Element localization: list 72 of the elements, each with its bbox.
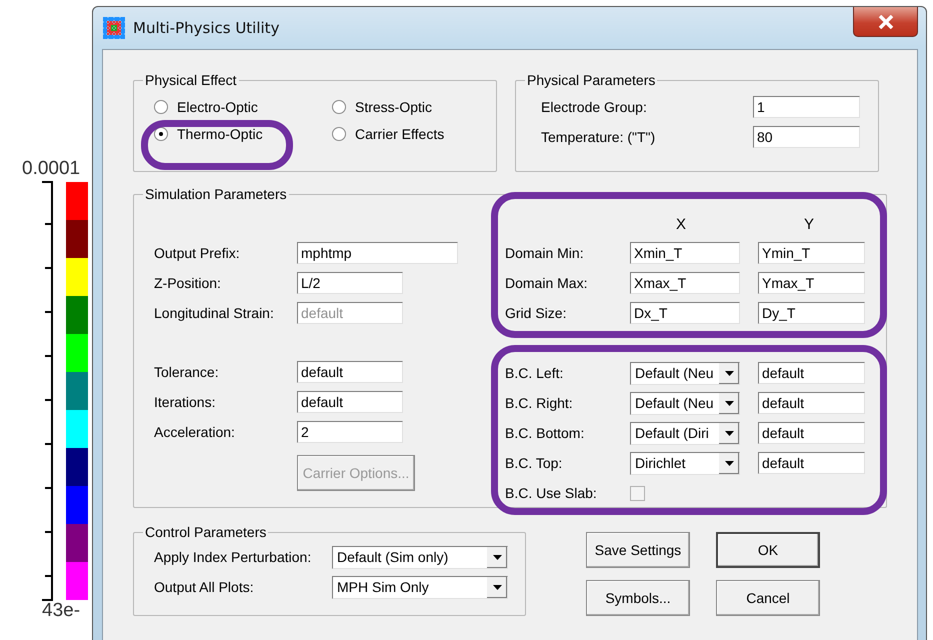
field-label: Output Prefix: [154, 245, 241, 261]
dropdown[interactable]: Default (Neu [630, 362, 740, 384]
group-title: Simulation Parameters [144, 186, 288, 202]
field-label: Output All Plots: [154, 579, 255, 595]
column-header: X [675, 216, 688, 232]
dialog-button[interactable]: Cancel [716, 580, 820, 616]
field-label: B.C. Bottom: [505, 425, 586, 441]
group-title: Physical Parameters [526, 72, 656, 88]
input-field[interactable]: Xmax_T [630, 272, 740, 294]
close-button[interactable] [853, 7, 918, 37]
caret-icon [492, 554, 502, 560]
input-field[interactable]: 1 [753, 96, 860, 118]
dropdown[interactable]: Default (Diri [630, 422, 740, 444]
field-label: Iterations: [154, 394, 216, 410]
dialog-button[interactable]: Save Settings [586, 532, 690, 568]
input-field[interactable]: mphtmp [297, 242, 458, 264]
caret-icon [492, 584, 502, 590]
dropdown[interactable]: Default (Neu [630, 392, 740, 414]
field-label: Acceleration: [154, 424, 236, 440]
radio-option[interactable]: Carrier Effects [332, 126, 496, 142]
scale-min-label: 43e- [42, 600, 80, 622]
input-field[interactable]: default [758, 362, 865, 384]
input-field[interactable]: Dx_T [630, 302, 740, 324]
input-field[interactable]: default [758, 392, 865, 414]
field-label: Temperature: ("T") [541, 129, 656, 145]
field-label: Domain Min: [505, 245, 585, 261]
input-field[interactable]: Ymax_T [758, 272, 865, 294]
field-label: Domain Max: [505, 275, 588, 291]
radio-button[interactable] [332, 100, 346, 114]
input-field[interactable]: Xmin_T [630, 242, 740, 264]
field-label: Z-Position: [154, 275, 222, 291]
caret-icon [724, 400, 734, 406]
input-field[interactable]: default [758, 452, 865, 474]
close-icon [878, 14, 894, 28]
dropdown[interactable]: MPH Sim Only [332, 576, 508, 598]
window-title: Multi-Physics Utility [133, 19, 280, 37]
radio-option[interactable]: Electro-Optic [154, 99, 332, 115]
radio-option[interactable]: Thermo-Optic [154, 126, 332, 142]
input-field[interactable]: L/2 [297, 272, 403, 294]
group-title: Physical Effect [144, 72, 238, 88]
field-label: B.C. Left: [505, 365, 564, 381]
field-label: B.C. Right: [505, 395, 574, 411]
input-field[interactable]: default [297, 391, 403, 413]
field-label: B.C. Use Slab: [505, 485, 598, 501]
input-field[interactable]: Dy_T [758, 302, 865, 324]
input-field[interactable]: 2 [297, 421, 403, 443]
radio-button[interactable] [154, 127, 168, 141]
caret-icon [724, 460, 734, 466]
dialog-button[interactable]: OK [716, 532, 820, 568]
dropdown[interactable]: Dirichlet [630, 452, 740, 474]
field-label: Electrode Group: [541, 99, 648, 115]
field-label: Tolerance: [154, 364, 220, 380]
checkbox[interactable] [630, 486, 645, 500]
input-field[interactable]: 80 [753, 126, 860, 148]
group-title: Control Parameters [144, 524, 268, 540]
field-label: Apply Index Perturbation: [154, 549, 312, 565]
dropdown[interactable]: Default (Sim only) [332, 546, 508, 568]
input-field[interactable]: default [758, 422, 865, 444]
app-icon [103, 17, 125, 39]
field-label: Grid Size: [505, 305, 568, 321]
caret-icon [724, 430, 734, 436]
column-header: Y [803, 216, 816, 232]
input-field[interactable]: default [297, 361, 403, 383]
radio-button[interactable] [332, 127, 346, 141]
input-field[interactable]: Ymin_T [758, 242, 865, 264]
radio-option[interactable]: Stress-Optic [332, 99, 496, 115]
radio-button[interactable] [154, 100, 168, 114]
field-label: B.C. Top: [505, 455, 564, 471]
scale-max-label: 0.0001 [22, 158, 80, 180]
caret-icon [724, 370, 734, 376]
dialog-button[interactable]: Symbols... [586, 580, 690, 616]
field-label: Longitudinal Strain: [154, 305, 275, 321]
